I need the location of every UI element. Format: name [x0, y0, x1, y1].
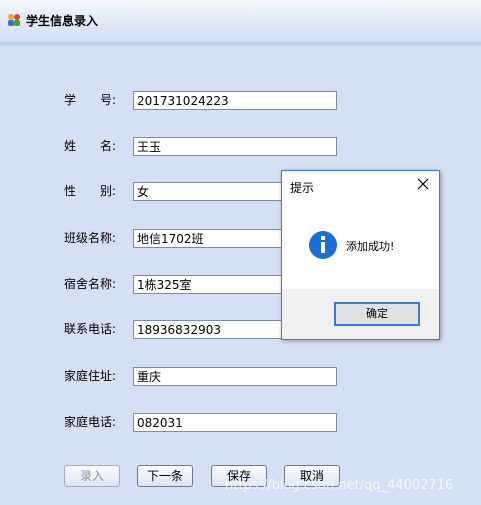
dialog-message: 添加成功! [346, 240, 395, 253]
student-id-label: 学 号: [64, 93, 117, 107]
student-id-input[interactable] [133, 91, 337, 110]
class-name-label: 班级名称: [64, 231, 117, 245]
name-input[interactable] [133, 137, 337, 156]
ok-button[interactable]: 确定 [334, 302, 420, 326]
window-titlebar: 学生信息录入 [0, 0, 481, 43]
app-people-icon [6, 12, 22, 28]
gender-label: 性 别: [64, 184, 117, 198]
phone-label: 联系电话: [64, 322, 117, 336]
name-label: 姓 名: [64, 139, 117, 153]
dialog-title: 提示 [290, 181, 315, 195]
enter-button[interactable]: 录入 [64, 465, 120, 487]
window-title: 学生信息录入 [26, 14, 99, 28]
home-address-label: 家庭住址: [64, 369, 117, 383]
title-divider [0, 42, 481, 48]
message-dialog: 提示 添加成功! 确定 [281, 170, 440, 340]
dialog-footer: 确定 [282, 289, 439, 339]
close-icon[interactable] [415, 176, 431, 192]
watermark-text: https://blog.csdn.net/qq_44002716 [225, 478, 454, 493]
home-phone-input[interactable] [133, 413, 337, 432]
home-phone-label: 家庭电话: [64, 415, 117, 429]
home-address-input[interactable] [133, 367, 337, 386]
info-icon [308, 230, 338, 260]
dorm-name-label: 宿舍名称: [64, 277, 117, 291]
next-record-button[interactable]: 下一条 [137, 465, 193, 487]
